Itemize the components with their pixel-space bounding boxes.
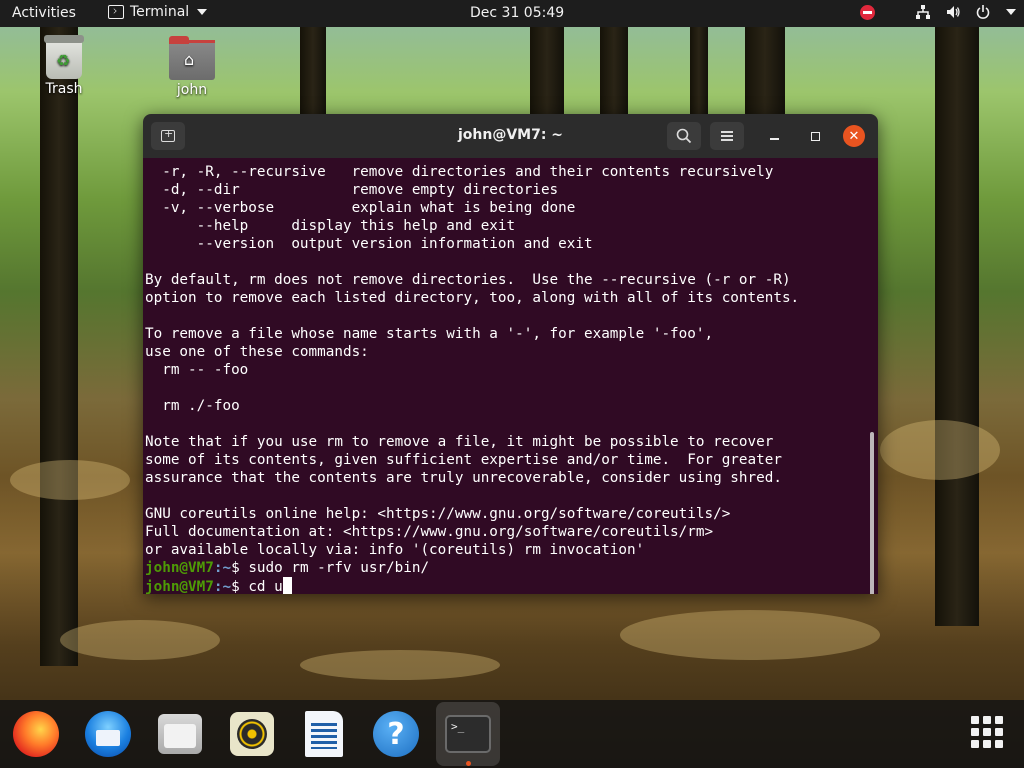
do-not-disturb-icon[interactable] <box>858 3 876 21</box>
output-line: -v, --verbose explain what is being done <box>145 200 576 216</box>
menu-button[interactable] <box>710 122 744 150</box>
output-line: or available locally via: info '(coreuti… <box>145 542 645 558</box>
prompt-user: john@VM7 <box>145 579 214 594</box>
grid-dot <box>983 716 991 724</box>
prompt-user: john@VM7 <box>145 560 214 576</box>
output-line: some of its contents, given sufficient e… <box>145 452 782 468</box>
prompt-symbol: $ <box>231 560 249 576</box>
dock-item-firefox[interactable] <box>12 710 60 758</box>
grid-dot <box>995 716 1003 724</box>
terminal-icon <box>108 5 124 19</box>
prompt-line[interactable]: john@VM7:~$ cd u <box>145 577 878 594</box>
network-icon[interactable] <box>914 3 932 21</box>
dock-item-libreoffice-writer[interactable] <box>300 710 348 758</box>
output-line: By default, rm does not remove directori… <box>145 272 791 288</box>
command-text: sudo rm -rfv usr/bin/ <box>248 560 430 576</box>
app-menu-label: Terminal <box>130 4 190 20</box>
app-menu-terminal[interactable]: Terminal <box>108 4 208 20</box>
desktop-icon-trash[interactable]: ♻ Trash <box>29 35 99 97</box>
firefox-icon <box>13 711 59 757</box>
system-tray[interactable] <box>858 3 1016 21</box>
search-button[interactable] <box>667 122 701 150</box>
terminal-icon: >_ <box>445 715 491 753</box>
terminal-window[interactable]: john@VM7: ~ ✕ -r, -R, --recursive remove… <box>143 114 878 594</box>
close-icon: ✕ <box>848 128 860 144</box>
desktop-icon-home[interactable]: ⌂ john <box>157 36 227 98</box>
files-icon <box>158 714 202 754</box>
output-line: --version output version information and… <box>145 236 593 252</box>
close-button[interactable]: ✕ <box>843 125 865 147</box>
output-line: -d, --dir remove empty directories <box>145 182 559 198</box>
output-lines: -r, -R, --recursive remove directories a… <box>145 163 878 559</box>
output-line: option to remove each listed directory, … <box>145 290 800 306</box>
dock-item-thunderbird[interactable] <box>84 710 132 758</box>
terminal-titlebar[interactable]: john@VM7: ~ ✕ <box>143 114 878 158</box>
thunderbird-icon <box>85 711 131 757</box>
output-line: To remove a file whose name starts with … <box>145 326 714 342</box>
top-bar: Activities Terminal Dec 31 05:49 <box>0 0 1024 27</box>
activities-button[interactable]: Activities <box>12 5 76 21</box>
prompt-path: :~ <box>213 560 232 576</box>
terminal-output[interactable]: -r, -R, --recursive remove directories a… <box>143 158 878 594</box>
desktop-icon-label: Trash <box>45 81 83 97</box>
trash-icon: ♻ <box>44 35 84 79</box>
chevron-down-icon <box>197 9 208 15</box>
command-input[interactable]: cd u <box>248 579 282 594</box>
maximize-icon <box>810 131 820 141</box>
dock-item-files[interactable] <box>156 710 204 758</box>
home-folder-icon: ⌂ <box>169 36 215 80</box>
dock-item-rhythmbox[interactable] <box>228 710 276 758</box>
volume-icon[interactable] <box>944 3 962 21</box>
grid-dot <box>971 728 979 736</box>
grid-dot <box>983 728 991 736</box>
scrollbar[interactable] <box>870 432 874 594</box>
dock: ? >_ <box>0 700 1024 768</box>
rhythmbox-icon <box>230 712 274 756</box>
chevron-down-icon[interactable] <box>1006 9 1016 15</box>
show-applications-button[interactable] <box>971 716 1003 748</box>
output-line: Note that if you use rm to remove a file… <box>145 434 774 450</box>
output-line: GNU coreutils online help: <https://www.… <box>145 506 731 522</box>
power-icon[interactable] <box>974 3 992 21</box>
output-line: rm ./-foo <box>145 398 240 414</box>
grid-dot <box>983 740 991 748</box>
hamburger-icon <box>721 131 733 141</box>
prompt-symbol: $ <box>231 579 249 594</box>
output-line: --help display this help and exit <box>145 218 516 234</box>
grid-dot <box>971 740 979 748</box>
running-indicator <box>466 761 471 766</box>
text-cursor <box>282 577 292 594</box>
search-icon <box>676 128 692 144</box>
prompt-line: john@VM7:~$ sudo rm -rfv usr/bin/ <box>145 559 878 577</box>
clock[interactable]: Dec 31 05:49 <box>470 5 564 21</box>
dock-item-help[interactable]: ? <box>372 710 420 758</box>
grid-dot <box>995 740 1003 748</box>
help-icon: ? <box>373 711 419 757</box>
grid-dot <box>995 728 1003 736</box>
maximize-button[interactable] <box>804 125 826 147</box>
output-line: assurance that the contents are truly un… <box>145 470 782 486</box>
writer-icon <box>305 711 343 757</box>
prompt-path: :~ <box>213 579 232 594</box>
desktop-icon-label: john <box>176 82 208 98</box>
minimize-icon <box>769 138 779 140</box>
dock-item-terminal-icon-wrap[interactable]: >_ <box>444 710 492 758</box>
output-line: rm -- -foo <box>145 362 249 378</box>
output-line: use one of these commands: <box>145 344 369 360</box>
grid-dot <box>971 716 979 724</box>
output-line: Full documentation at: <https://www.gnu.… <box>145 524 714 540</box>
minimize-button[interactable] <box>763 125 785 147</box>
output-line: -r, -R, --recursive remove directories a… <box>145 164 774 180</box>
